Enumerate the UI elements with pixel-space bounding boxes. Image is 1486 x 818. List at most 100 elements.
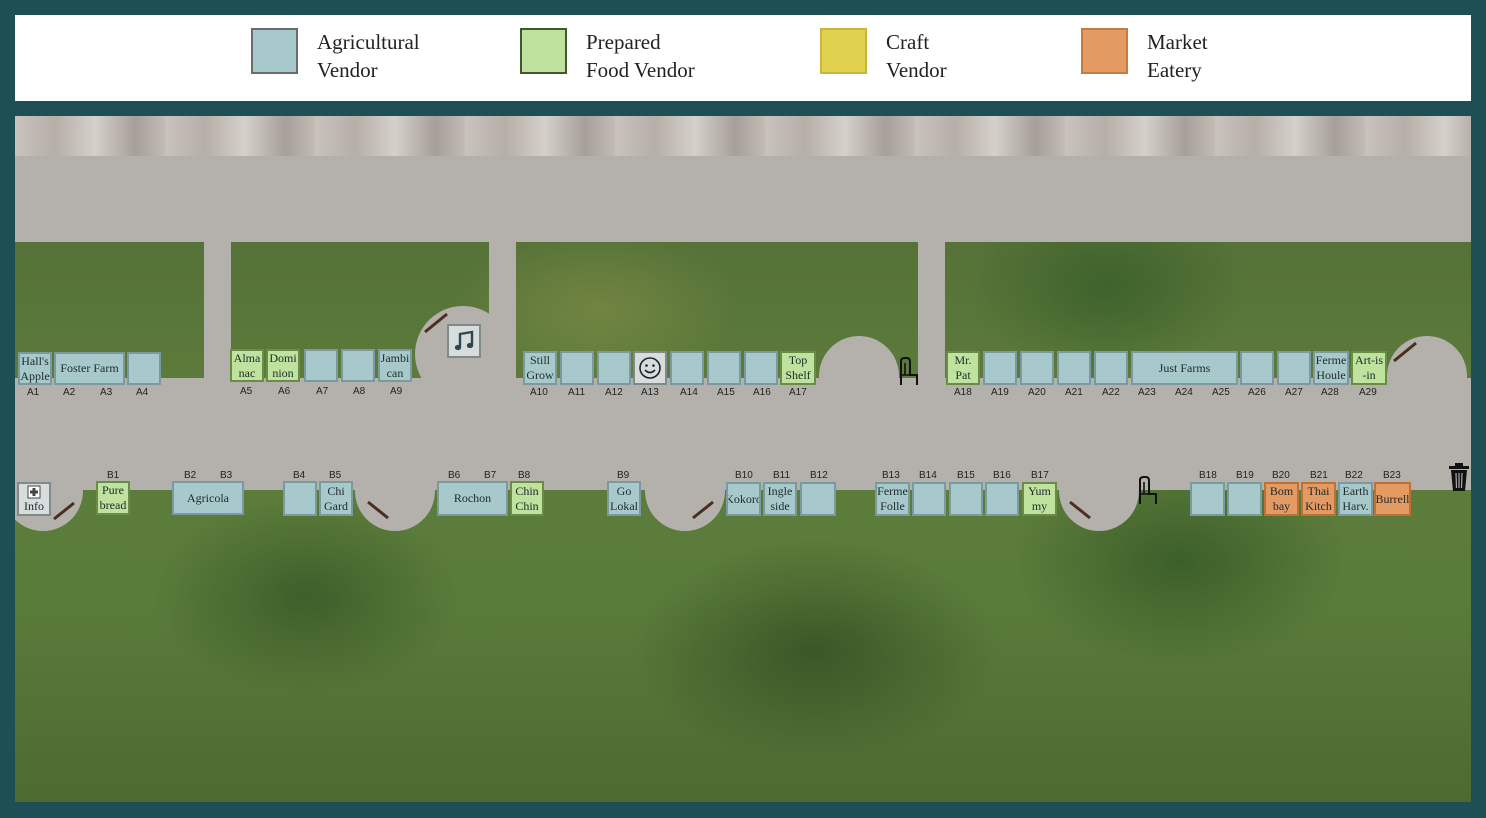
code-b23: B23 — [1383, 470, 1401, 481]
code-a26: A26 — [1248, 387, 1266, 398]
stall-halls-apple[interactable]: Hall's Apple — [18, 352, 52, 385]
stall-art-is-in[interactable]: Art-is -in — [1351, 351, 1387, 385]
code-a2: A2 — [63, 387, 76, 398]
stall-chin-chin[interactable]: Chin Chin — [510, 481, 544, 516]
walkway-3 — [918, 242, 945, 378]
code-b20: B20 — [1272, 470, 1290, 481]
code-b14: B14 — [919, 470, 937, 481]
stall-a14[interactable] — [670, 351, 704, 385]
stall-a26[interactable] — [1240, 351, 1274, 385]
code-a1: A1 — [27, 387, 40, 398]
code-b6: B6 — [448, 470, 461, 481]
stall-chi-gard[interactable]: Chi Gard — [319, 481, 353, 516]
stall-go-lokal[interactable]: Go Lokal — [607, 481, 641, 516]
stall-a4[interactable] — [127, 352, 161, 385]
stall-mr-pat[interactable]: Mr. Pat — [946, 351, 980, 385]
stall-thai-kitch[interactable]: Thai Kitch — [1301, 482, 1336, 516]
stall-b12[interactable] — [800, 482, 836, 516]
stall-bombay[interactable]: Bom bay — [1264, 482, 1299, 516]
stall-ferme-folle[interactable]: Ferme Folle — [875, 482, 910, 516]
stall-a12[interactable] — [597, 351, 631, 385]
code-a9: A9 — [390, 386, 403, 397]
stall-a13[interactable] — [633, 351, 667, 385]
legend-swatch-agricultural — [251, 28, 298, 74]
stall-b14[interactable] — [912, 482, 946, 516]
legend-label-craft: Craft Vendor — [886, 30, 947, 82]
stall-yummy[interactable]: Yum my — [1022, 482, 1057, 516]
bench-icon — [692, 500, 714, 520]
code-a25: A25 — [1212, 387, 1230, 398]
first-aid-icon — [27, 485, 41, 498]
stall-a27[interactable] — [1277, 351, 1311, 385]
top-road — [15, 156, 1471, 242]
code-b13: B13 — [882, 470, 900, 481]
stall-a21[interactable] — [1057, 351, 1091, 385]
bench-icon — [424, 312, 448, 334]
legend-swatch-prepared-food — [520, 28, 567, 74]
code-b21: B21 — [1310, 470, 1328, 481]
smiley-icon — [639, 357, 661, 379]
code-a28: A28 — [1321, 387, 1339, 398]
code-a8: A8 — [353, 386, 366, 397]
code-b4: B4 — [293, 470, 306, 481]
stall-b15[interactable] — [949, 482, 983, 516]
code-a17: A17 — [789, 387, 807, 398]
code-a20: A20 — [1028, 387, 1046, 398]
code-b8: B8 — [518, 470, 531, 481]
code-a15: A15 — [717, 387, 735, 398]
stall-a8[interactable] — [341, 349, 375, 382]
stall-a16[interactable] — [744, 351, 778, 385]
code-b11: B11 — [773, 470, 791, 481]
code-a24: A24 — [1175, 387, 1193, 398]
music-stage[interactable] — [447, 324, 481, 358]
stall-ingleside[interactable]: Ingle side — [763, 482, 797, 516]
legend: Agricultural Vendor Prepared Food Vendor C… — [15, 15, 1471, 101]
code-a3: A3 — [100, 387, 113, 398]
legend-label-market-eatery: Market Eatery — [1147, 30, 1208, 82]
code-a5: A5 — [240, 386, 253, 397]
stall-still-grow[interactable]: Still Grow — [523, 351, 557, 385]
stall-just-farms[interactable]: Just Farms — [1131, 351, 1238, 385]
stall-a20[interactable] — [1020, 351, 1054, 385]
stall-a15[interactable] — [707, 351, 741, 385]
code-b15: B15 — [957, 470, 975, 481]
stall-foster-farm[interactable]: Foster Farm — [54, 352, 125, 385]
legend-swatch-craft — [820, 28, 867, 74]
stall-earth-harv[interactable]: Earth Harv. — [1338, 482, 1373, 516]
music-note-icon — [454, 330, 474, 351]
stall-rochon[interactable]: Rochon — [437, 481, 508, 516]
legend-swatch-market-eatery — [1081, 28, 1128, 74]
stall-top-shelf[interactable]: Top Shelf — [780, 351, 816, 385]
code-a23: A23 — [1138, 387, 1156, 398]
stall-a22[interactable] — [1094, 351, 1128, 385]
stall-agricola[interactable]: Agricola — [172, 481, 244, 515]
stall-ferme-houle[interactable]: Ferme Houle — [1313, 351, 1349, 385]
code-b3: B3 — [220, 470, 233, 481]
stall-burrell[interactable]: Burrell — [1374, 482, 1411, 516]
code-a16: A16 — [753, 387, 771, 398]
info-label: Info — [24, 498, 44, 513]
code-b5: B5 — [329, 470, 342, 481]
code-b7: B7 — [484, 470, 497, 481]
stall-kokoro[interactable]: Kokoro — [726, 482, 761, 516]
info-booth[interactable]: Info — [17, 482, 51, 516]
code-a14: A14 — [680, 387, 698, 398]
market-map: Hall's Apple Foster Farm Alma nac Domi n… — [15, 116, 1471, 802]
stall-almanac[interactable]: Alma nac — [230, 349, 264, 382]
stall-b19[interactable] — [1227, 482, 1262, 516]
chair-icon — [900, 357, 918, 385]
stall-b4[interactable] — [283, 481, 317, 516]
stall-a11[interactable] — [560, 351, 594, 385]
code-a22: A22 — [1102, 387, 1120, 398]
bench-icon — [1069, 500, 1091, 520]
stall-jambican[interactable]: Jambi can — [378, 349, 412, 382]
stall-b16[interactable] — [985, 482, 1019, 516]
stall-a19[interactable] — [983, 351, 1017, 385]
code-b18: B18 — [1199, 470, 1217, 481]
stall-dominion[interactable]: Domi nion — [266, 349, 300, 382]
stall-a7[interactable] — [304, 349, 338, 382]
code-a7: A7 — [316, 386, 329, 397]
code-b19: B19 — [1236, 470, 1254, 481]
stall-purebread[interactable]: Pure bread — [96, 481, 130, 515]
stall-b18[interactable] — [1190, 482, 1225, 516]
